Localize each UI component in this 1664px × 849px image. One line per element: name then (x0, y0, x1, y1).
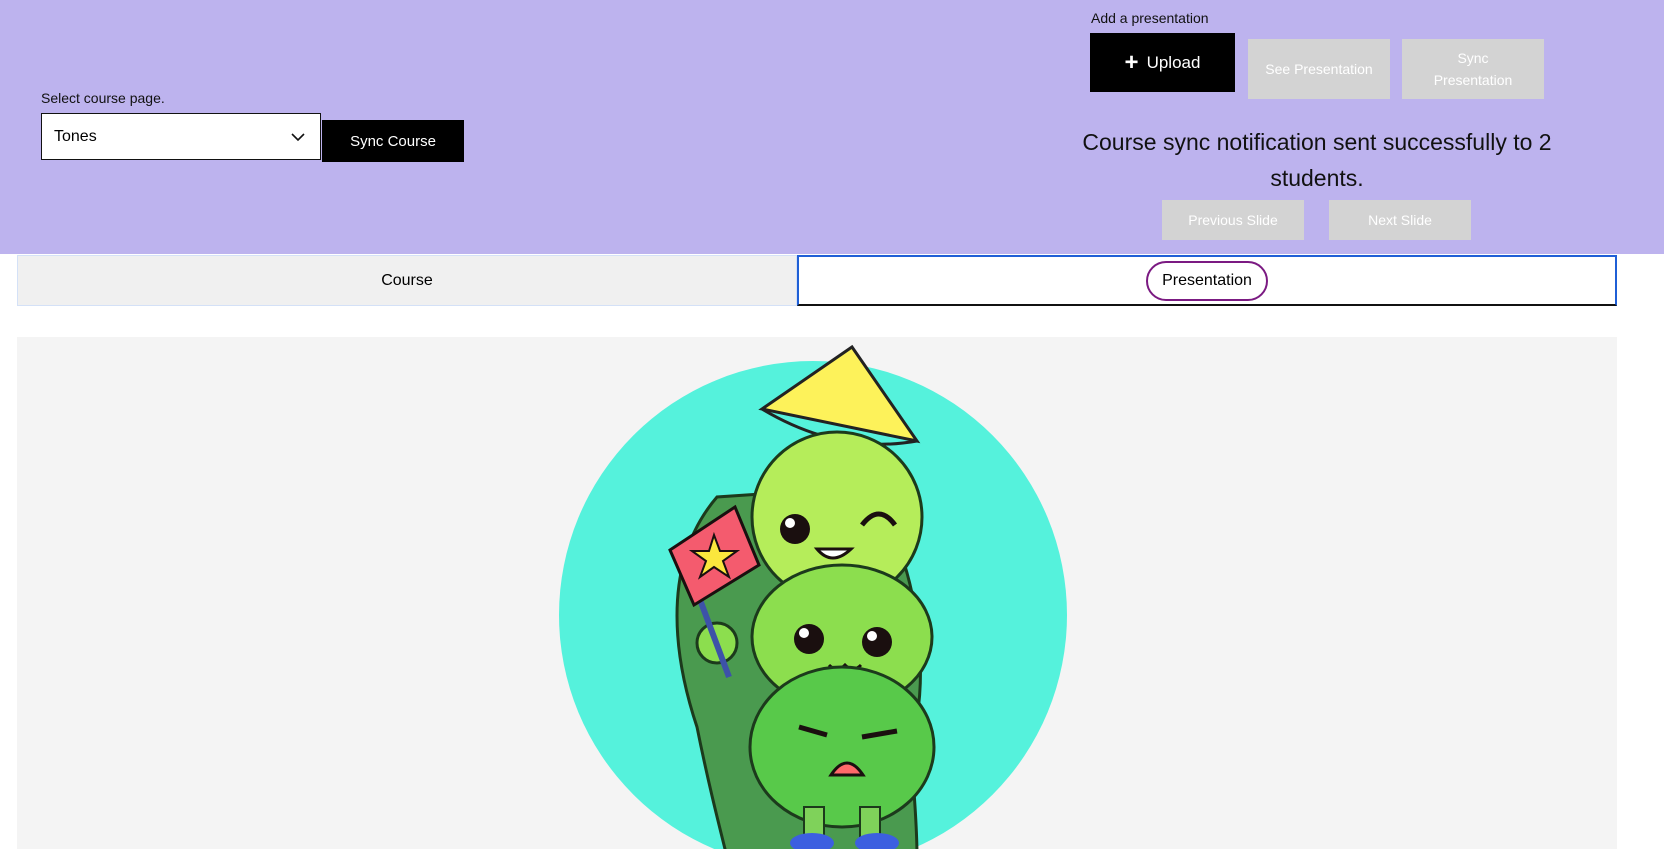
tab-presentation-label: Presentation (1146, 260, 1268, 301)
tab-course[interactable]: Course (17, 255, 797, 306)
pea-pod-mascot-illustration (559, 344, 1067, 849)
next-slide-button[interactable]: Next Slide (1329, 200, 1471, 240)
top-toolbar: Select course page. Tones Sync Course Ad… (0, 0, 1664, 254)
tab-course-label: Course (381, 271, 433, 289)
select-course-label: Select course page. (41, 90, 165, 106)
upload-label: Upload (1146, 52, 1201, 72)
plus-icon: + (1124, 48, 1139, 76)
course-page-select[interactable]: Tones (41, 113, 321, 160)
presentation-slide-viewer (17, 337, 1617, 849)
sync-course-button[interactable]: Sync Course (322, 120, 464, 162)
sync-presentation-button[interactable]: Sync Presentation (1402, 39, 1544, 99)
tab-presentation[interactable]: Presentation (797, 255, 1617, 306)
course-select-value: Tones (54, 127, 97, 145)
previous-slide-button[interactable]: Previous Slide (1162, 200, 1304, 240)
add-presentation-label: Add a presentation (1091, 10, 1209, 26)
sync-notification-message: Course sync notification sent successful… (1082, 129, 1552, 191)
see-presentation-button[interactable]: See Presentation (1248, 39, 1390, 99)
upload-button[interactable]: + Upload (1090, 33, 1235, 92)
chevron-down-icon (291, 132, 305, 141)
